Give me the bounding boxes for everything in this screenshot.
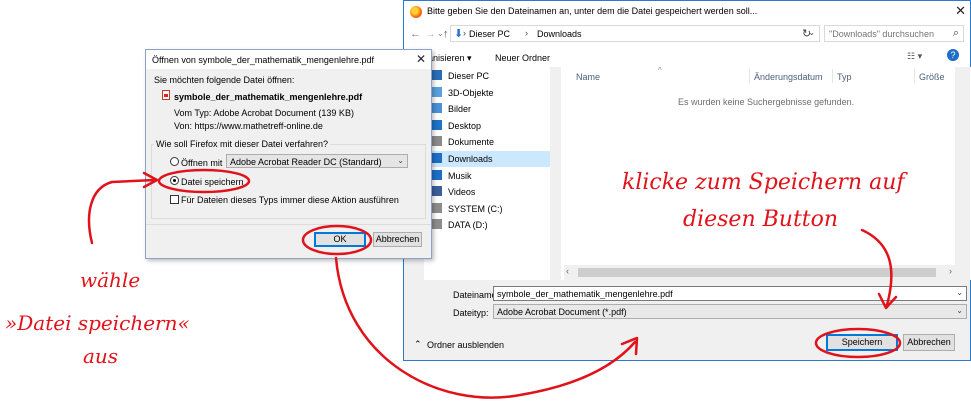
annotation-right-line1: klicke zum Speichern auf xyxy=(622,170,905,195)
highlight-circle-save-file xyxy=(157,168,251,194)
arrow-to-save-button xyxy=(860,228,893,307)
annotation-left-line3: aus xyxy=(83,344,119,368)
arrow-ok-to-save xyxy=(334,256,637,399)
annotation-left-line1: wähle xyxy=(80,268,141,292)
highlight-circle-ok xyxy=(301,224,373,256)
annotation-left-line2: »Datei speichern« xyxy=(5,311,190,335)
highlight-circle-save-button xyxy=(814,327,902,359)
arrow-to-save-file xyxy=(87,178,157,245)
annotation-overlay xyxy=(87,168,902,399)
annotation-right-line2: diesen Button xyxy=(683,207,839,232)
